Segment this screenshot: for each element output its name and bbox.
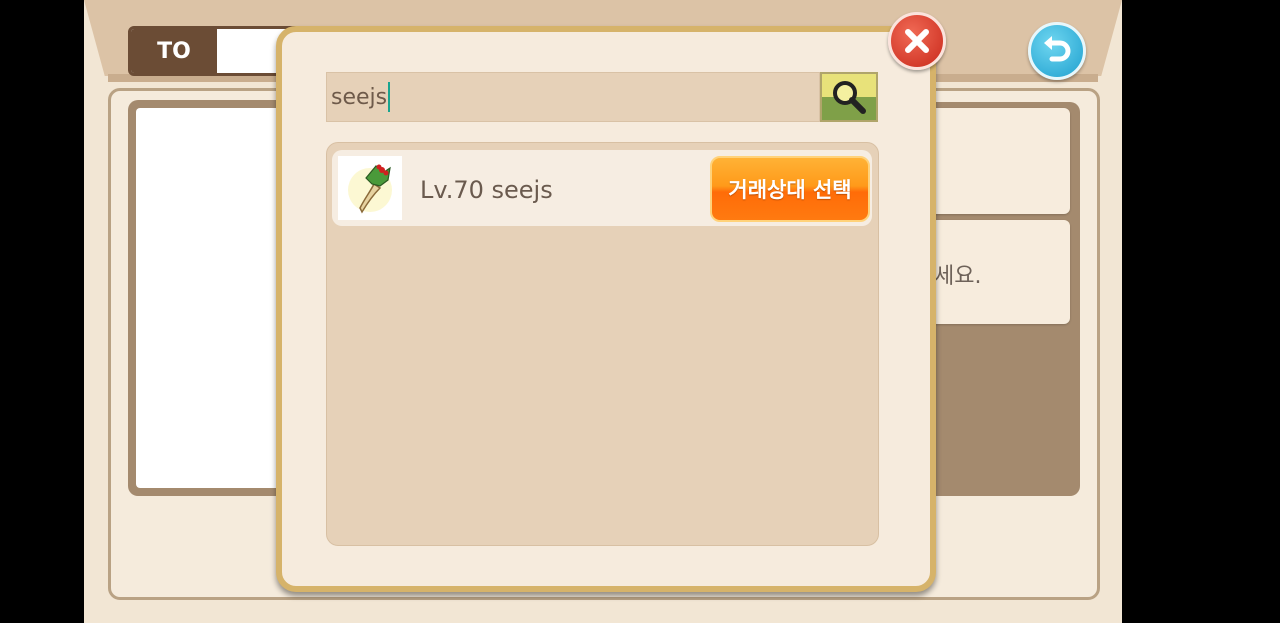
search-input[interactable]: seejs (326, 72, 820, 122)
text-caret (388, 82, 391, 112)
ginseng-avatar-icon (348, 164, 392, 214)
player-name: Lv.70 seejs (420, 176, 553, 204)
close-icon (905, 29, 929, 53)
right-card[interactable] (930, 108, 1070, 214)
hint-text: 세요. (934, 264, 982, 289)
to-label: TO (131, 29, 217, 73)
search-button[interactable] (820, 72, 878, 122)
search-input-value: seejs (331, 84, 388, 110)
back-arrow-icon (1044, 36, 1071, 62)
select-trade-partner-button[interactable]: 거래상대 선택 (710, 156, 870, 222)
magnifier-icon (833, 81, 866, 114)
app-screen: TO 세요. seejs Lv.70 seejs 거래상대 선택 (84, 0, 1122, 623)
avatar (338, 156, 402, 220)
back-button[interactable] (1028, 22, 1086, 80)
close-button[interactable] (888, 12, 946, 70)
